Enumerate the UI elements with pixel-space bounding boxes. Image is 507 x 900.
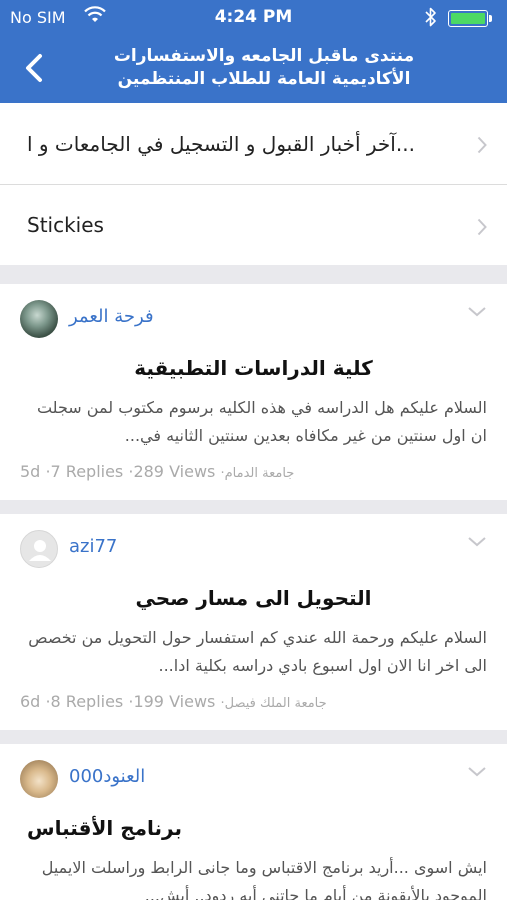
view-count: ·199 Views xyxy=(128,692,216,711)
topic-title: برنامج الأقتباس xyxy=(26,816,182,840)
page-title-line-2: الأكاديمية العامة للطلاب المنتظمين xyxy=(117,69,411,89)
status-bar: No SIM 4:24 PM xyxy=(0,0,507,34)
back-chevron-icon[interactable] xyxy=(20,50,50,86)
subforum-label: Stickies xyxy=(27,213,104,237)
chevron-down-icon[interactable] xyxy=(467,306,487,318)
battery-icon xyxy=(448,10,492,27)
page-title: منتدى ماقبل الجامعه والاستفسارات الأكادي… xyxy=(79,45,449,91)
avatar[interactable] xyxy=(20,530,58,568)
subforum-item-stickies[interactable]: Stickies xyxy=(0,184,507,265)
topic-card[interactable]: azi77 التحويل الى مسار صحي السلام عليكم … xyxy=(0,514,507,730)
forum-name: ·جامعة الملك فيصل xyxy=(220,696,327,711)
avatar[interactable] xyxy=(20,760,58,798)
reply-count: ·8 Replies xyxy=(45,692,124,711)
subforum-label: آخر أخبار القبول و التسجيل في الجامعات و… xyxy=(27,131,415,156)
topic-card[interactable]: فرحة العمر كلية الدراسات التطبيقية السلا… xyxy=(0,284,507,500)
chevron-right-icon xyxy=(477,218,487,236)
app-header: No SIM 4:24 PM منتدى ماقبل الجامعه والاس… xyxy=(0,0,507,103)
page-title-line-1: منتدى ماقبل الجامعه والاستفسارات xyxy=(113,46,415,66)
author-name[interactable]: فرحة العمر xyxy=(69,306,154,327)
subforum-list: آخر أخبار القبول و التسجيل في الجامعات و… xyxy=(0,103,507,265)
reply-count: ·7 Replies xyxy=(45,462,124,481)
topic-preview: ايش اسوى ...أريد برنامج الاقتباس وما جان… xyxy=(41,858,487,900)
default-avatar-icon xyxy=(29,540,51,561)
avatar[interactable] xyxy=(20,300,58,338)
chevron-down-icon[interactable] xyxy=(467,536,487,548)
topic-meta: 5d ·7 Replies ·289 Views ·جامعة الدمام xyxy=(20,462,294,481)
topic-age: 5d xyxy=(20,462,41,481)
topic-age: 6d xyxy=(20,692,41,711)
topic-title: التحويل الى مسار صحي xyxy=(135,586,372,610)
topic-title: كلية الدراسات التطبيقية xyxy=(134,356,373,380)
forum-name: ·جامعة الدمام xyxy=(220,466,295,481)
author-name[interactable]: azi77 xyxy=(69,536,117,557)
author-name[interactable]: العنود000 xyxy=(69,766,145,787)
topic-preview: السلام عليكم هل الدراسه في هذه الكليه بر… xyxy=(36,398,487,445)
chevron-down-icon[interactable] xyxy=(467,766,487,778)
view-count: ·289 Views xyxy=(128,462,216,481)
topic-card[interactable]: العنود000 برنامج الأقتباس ايش اسوى ...أر… xyxy=(0,744,507,900)
bluetooth-icon xyxy=(425,7,436,27)
subforum-item-admission-news[interactable]: آخر أخبار القبول و التسجيل في الجامعات و… xyxy=(0,103,507,184)
topic-preview: السلام عليكم ورحمة الله عندي كم استفسار … xyxy=(28,628,487,675)
chevron-right-icon xyxy=(477,136,487,154)
topic-meta: 6d ·8 Replies ·199 Views ·جامعة الملك في… xyxy=(20,692,327,711)
